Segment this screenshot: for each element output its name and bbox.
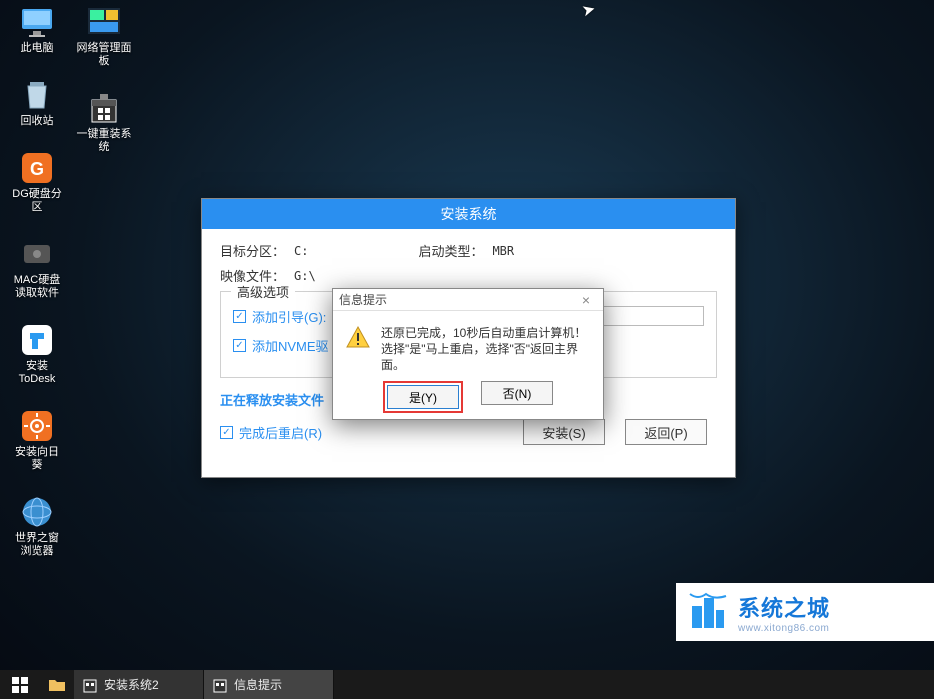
icon-label: 安装ToDesk <box>10 360 64 386</box>
desktop: 此电脑 回收站 G DG硬盘分区 MAC硬盘读取软件 安装ToDesk <box>0 0 934 670</box>
taskbar-item-installer[interactable]: 安装系统2 <box>74 670 204 699</box>
desktop-icon-theworld-browser[interactable]: 世界之窗浏览器 <box>10 494 64 558</box>
icon-label: DG硬盘分区 <box>10 188 64 214</box>
boot-type-label: 启动类型： <box>418 241 492 260</box>
dialog-message-line1: 还原已完成，10秒后自动重启计算机！ <box>381 325 591 341</box>
icon-label: 回收站 <box>21 115 54 128</box>
icon-label: 安装向日葵 <box>10 446 64 472</box>
icon-label: 此电脑 <box>21 42 54 55</box>
install-button[interactable]: 安装(S) <box>523 419 605 445</box>
desktop-icon-mac-disk[interactable]: MAC硬盘读取软件 <box>10 236 64 300</box>
desktop-icon-diskgenius[interactable]: G DG硬盘分区 <box>10 150 64 214</box>
trash-icon <box>19 77 55 113</box>
checkbox-icon: ✓ <box>220 426 233 439</box>
back-button[interactable]: 返回(P) <box>625 419 707 445</box>
yes-button-highlight: 是(Y) <box>383 381 463 413</box>
desktop-icon-this-pc[interactable]: 此电脑 <box>10 4 64 55</box>
desktop-icon-sunlogin[interactable]: 安装向日葵 <box>10 408 64 472</box>
target-partition-value: C: <box>294 244 308 258</box>
boot-type-value: MBR <box>492 244 514 258</box>
brand-name: 系统之城 <box>738 591 830 623</box>
desktop-icon-recycle-bin[interactable]: 回收站 <box>10 77 64 128</box>
installer-title: 安装系统 <box>202 199 735 229</box>
task-label: 信息提示 <box>234 676 282 693</box>
image-file-value: G:\ <box>294 269 316 283</box>
icon-label: MAC硬盘读取软件 <box>10 274 64 300</box>
monitor-icon <box>19 4 55 40</box>
svg-text:G: G <box>30 159 44 179</box>
brand-url: www.xitong86.com <box>738 623 830 634</box>
package-icon <box>82 677 98 693</box>
globe-icon <box>19 494 55 530</box>
folder-icon <box>48 677 66 693</box>
icon-label: 网络管理面板 <box>74 42 134 68</box>
package-icon <box>86 90 122 126</box>
desktop-icon-network-panel[interactable]: 网络管理面板 <box>74 4 134 68</box>
target-partition-label: 目标分区： <box>220 241 294 260</box>
dg-icon: G <box>19 150 55 186</box>
sunflower-icon <box>19 408 55 444</box>
message-dialog: 信息提示 × 还原已完成，10秒后自动重启计算机！ 选择"是"马上重启，选择"否… <box>332 288 604 420</box>
desktop-icon-todesk[interactable]: 安装ToDesk <box>10 322 64 386</box>
dialog-message: 还原已完成，10秒后自动重启计算机！ 选择"是"马上重启，选择"否"返回主界面。 <box>381 325 591 373</box>
task-label: 安装系统2 <box>104 676 159 693</box>
desktop-icon-reinstall[interactable]: 一键重装系统 <box>74 90 134 154</box>
warning-icon <box>345 325 371 351</box>
checkbox-label: 完成后重启(R) <box>239 423 322 442</box>
no-button[interactable]: 否(N) <box>481 381 553 405</box>
checkbox-icon: ✓ <box>233 339 246 352</box>
checkbox-icon: ✓ <box>233 310 246 323</box>
icon-label: 一键重装系统 <box>74 128 134 154</box>
windows-icon <box>12 677 28 693</box>
disk-icon <box>19 236 55 272</box>
checkbox-label: 添加NVME驱 <box>252 336 329 355</box>
brand-watermark: 系统之城 www.xitong86.com <box>676 583 934 641</box>
checkbox-label: 添加引导(G): <box>252 307 326 326</box>
package-icon <box>212 677 228 693</box>
close-button[interactable]: × <box>575 292 597 308</box>
brand-logo-icon <box>686 590 730 634</box>
advanced-options-title: 高级选项 <box>231 282 295 301</box>
panel-icon <box>86 4 122 40</box>
icon-label: 世界之窗浏览器 <box>10 532 64 558</box>
dialog-title: 信息提示 <box>339 291 387 308</box>
file-explorer-button[interactable] <box>40 670 74 699</box>
start-button[interactable] <box>0 670 40 699</box>
taskbar-item-msgbox[interactable]: 信息提示 <box>204 670 334 699</box>
dialog-message-line2: 选择"是"马上重启，选择"否"返回主界面。 <box>381 341 591 373</box>
restart-after-checkbox[interactable]: ✓ 完成后重启(R) <box>220 423 322 442</box>
todesk-icon <box>19 322 55 358</box>
taskbar: 安装系统2 信息提示 <box>0 670 934 699</box>
yes-button[interactable]: 是(Y) <box>387 385 459 409</box>
